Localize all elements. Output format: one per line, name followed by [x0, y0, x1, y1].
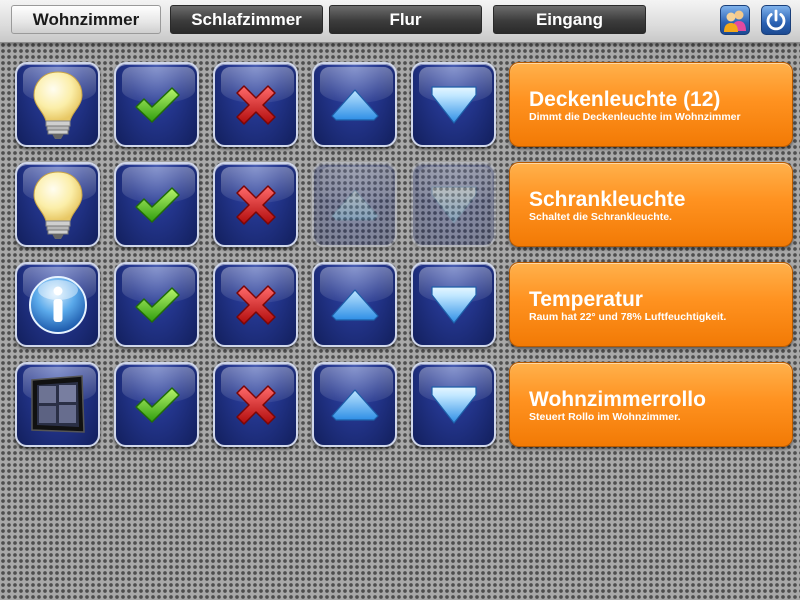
device-title: Wohnzimmerrollo — [529, 388, 706, 411]
device-1-on-button[interactable] — [114, 62, 199, 147]
window-icon — [30, 374, 85, 433]
device-4-icon-button[interactable] — [15, 362, 100, 447]
light-bulb-icon — [32, 70, 83, 139]
power-icon — [766, 9, 786, 31]
check-icon — [134, 186, 180, 223]
device-2-off-button[interactable] — [213, 162, 298, 247]
device-1-down-button[interactable] — [411, 62, 496, 147]
check-icon — [134, 286, 180, 323]
device-3-icon-button[interactable] — [15, 262, 100, 347]
info-icon — [28, 275, 87, 334]
device-3-info-panel[interactable]: Temperatur Raum hat 22° und 78% Luftfeuc… — [509, 262, 793, 347]
tab-schlafzimmer[interactable]: Schlafzimmer — [170, 5, 323, 34]
check-icon — [134, 86, 180, 123]
device-1-off-button[interactable] — [213, 62, 298, 147]
cross-icon — [235, 184, 276, 225]
check-icon — [134, 386, 180, 423]
arrow-up-icon — [330, 88, 379, 121]
cross-icon — [235, 384, 276, 425]
arrow-down-icon — [430, 85, 477, 124]
device-3-off-button[interactable] — [213, 262, 298, 347]
device-1-icon-button[interactable] — [15, 62, 100, 147]
device-3-on-button[interactable] — [114, 262, 199, 347]
device-2-on-button[interactable] — [114, 162, 199, 247]
arrow-up-icon — [330, 288, 379, 321]
arrow-down-icon — [430, 185, 477, 224]
device-title: Deckenleuchte (12) — [529, 88, 721, 111]
arrow-up-icon — [330, 388, 379, 421]
device-1-up-button[interactable] — [312, 62, 397, 147]
device-2-down-button — [411, 162, 496, 247]
users-icon — [724, 10, 746, 32]
device-title: Schrankleuchte — [529, 188, 686, 211]
power-button[interactable] — [761, 5, 791, 35]
tab-eingang[interactable]: Eingang — [493, 5, 646, 34]
arrow-down-icon — [430, 385, 477, 424]
cross-icon — [235, 84, 276, 125]
light-bulb-icon — [32, 170, 83, 239]
cross-icon — [235, 284, 276, 325]
top-bar: Wohnzimmer Schlafzimmer Flur Eingang — [0, 0, 800, 43]
device-title: Temperatur — [529, 288, 643, 311]
device-1-info-panel[interactable]: Deckenleuchte (12) Dimmt die Deckenleuch… — [509, 62, 793, 147]
users-button[interactable] — [720, 5, 750, 35]
arrow-up-icon — [330, 188, 379, 221]
device-2-icon-button[interactable] — [15, 162, 100, 247]
arrow-down-icon — [430, 285, 477, 324]
tab-wohnzimmer[interactable]: Wohnzimmer — [11, 5, 161, 34]
tab-flur[interactable]: Flur — [329, 5, 482, 34]
device-4-info-panel[interactable]: Wohnzimmerrollo Steuert Rollo im Wohnzim… — [509, 362, 793, 447]
device-3-down-button[interactable] — [411, 262, 496, 347]
device-4-up-button[interactable] — [312, 362, 397, 447]
device-3-up-button[interactable] — [312, 262, 397, 347]
device-4-on-button[interactable] — [114, 362, 199, 447]
device-2-up-button — [312, 162, 397, 247]
device-subtitle: Steuert Rollo im Wohnzimmer. — [529, 411, 681, 423]
device-subtitle: Schaltet die Schrankleuchte. — [529, 211, 672, 223]
device-subtitle: Dimmt die Deckenleuchte im Wohnzimmer — [529, 111, 741, 123]
device-4-off-button[interactable] — [213, 362, 298, 447]
device-subtitle: Raum hat 22° und 78% Luftfeuchtigkeit. — [529, 311, 727, 323]
device-2-info-panel[interactable]: Schrankleuchte Schaltet die Schrankleuch… — [509, 162, 793, 247]
device-4-down-button[interactable] — [411, 362, 496, 447]
